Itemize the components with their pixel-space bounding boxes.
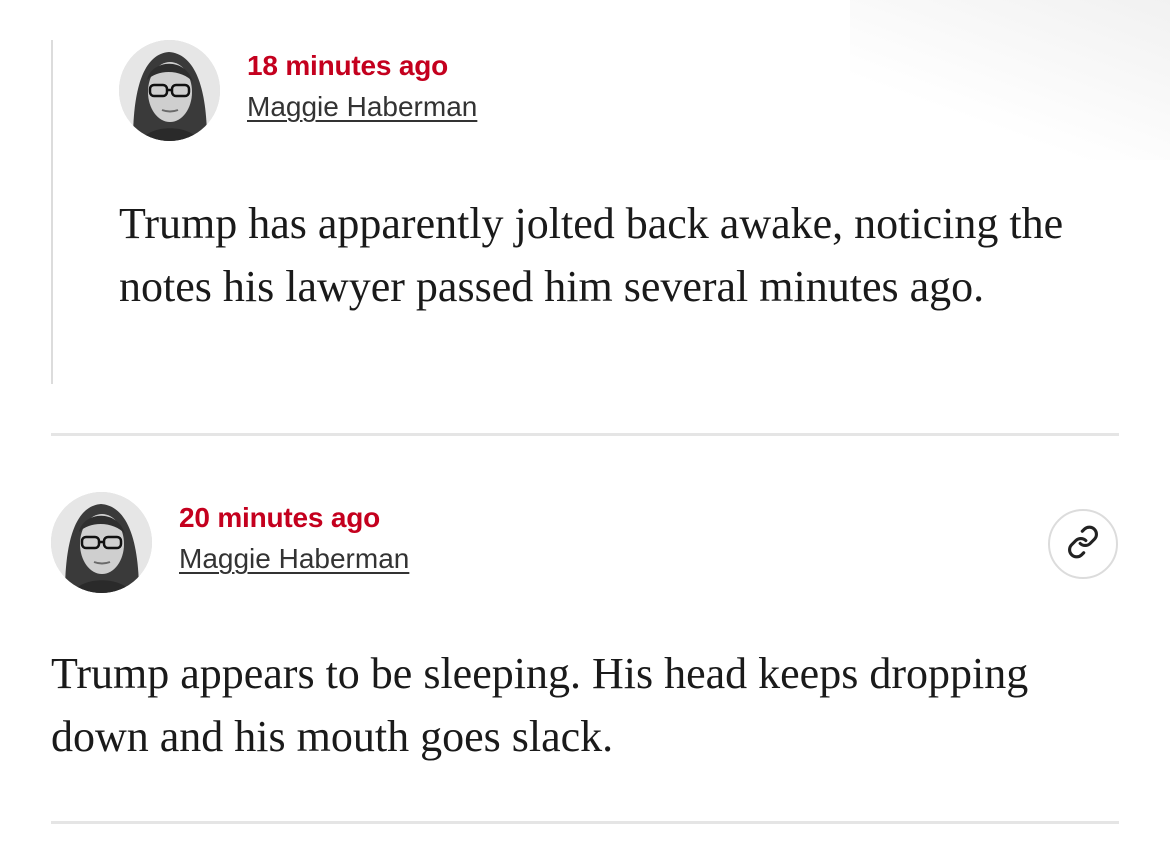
author-avatar[interactable] [51, 492, 152, 593]
post-body-text: Trump has apparently jolted back awake, … [119, 199, 1064, 311]
post-body-text: Trump appears to be sleeping. His head k… [51, 649, 1029, 761]
author-byline-link[interactable]: Maggie Haberman [247, 91, 477, 123]
author-portrait-image [51, 492, 152, 593]
author-byline-link[interactable]: Maggie Haberman [179, 543, 409, 575]
post-meta: 18 minutes ago Maggie Haberman [247, 50, 477, 123]
author-portrait-image [119, 40, 220, 141]
live-update-post: 20 minutes ago Maggie Haberman Trump app… [51, 492, 1121, 762]
live-update-post-quoted: 18 minutes ago Maggie Haberman Trump has… [51, 40, 1133, 384]
post-timestamp: 18 minutes ago [247, 50, 449, 81]
post-meta: 20 minutes ago Maggie Haberman [179, 502, 409, 575]
post-timestamp: 20 minutes ago [179, 502, 381, 533]
post-divider [51, 821, 1119, 824]
copy-link-button[interactable] [1048, 509, 1118, 579]
post-divider [51, 433, 1119, 436]
link-icon [1066, 525, 1100, 564]
author-avatar[interactable] [119, 40, 220, 141]
